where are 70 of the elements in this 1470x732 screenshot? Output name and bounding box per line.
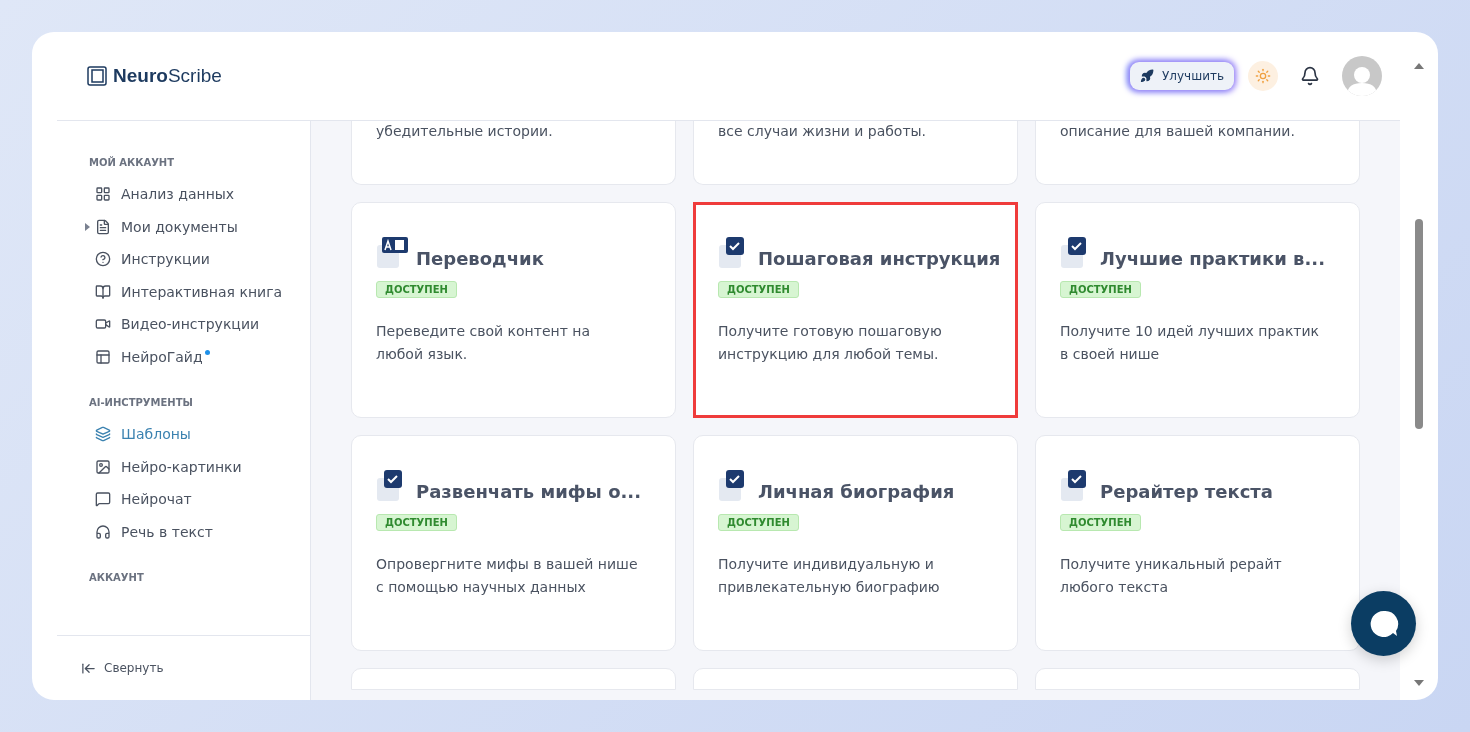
translate-icon bbox=[376, 237, 410, 269]
scroll-down-icon[interactable] bbox=[1414, 680, 1424, 686]
chat-icon bbox=[95, 491, 111, 508]
upgrade-button[interactable]: Улучшить bbox=[1130, 62, 1234, 90]
sidebar-item[interactable]: Видео-инструкции bbox=[89, 308, 310, 341]
highlighted-template-card[interactable]: Пошаговая инструкция ДОСТУПЕН Получите готовую пошаговую инструкцию для любой темы. bbox=[693, 202, 1018, 418]
grid-icon bbox=[95, 186, 111, 203]
section-title: МОЙ АККАУНТ bbox=[89, 157, 176, 168]
status-badge: ДОСТУПЕН bbox=[718, 281, 799, 298]
theme-toggle[interactable] bbox=[1248, 61, 1278, 91]
sidebar-item[interactable]: Шаблоны bbox=[89, 418, 310, 451]
card-description: Получите 10 идей лучших практик в своей нише bbox=[1060, 322, 1321, 364]
section-title: АККАУНТ bbox=[89, 572, 145, 583]
card-description: описание для вашей компании. bbox=[1060, 123, 1296, 139]
sidebar-item[interactable]: Мои документы bbox=[89, 210, 310, 243]
document-icon bbox=[95, 218, 111, 235]
brand-name: NeuroScribe bbox=[113, 65, 222, 87]
image-icon bbox=[95, 458, 111, 475]
template-card[interactable]: все случаи жизни и работы. bbox=[693, 121, 1018, 185]
template-card[interactable]: Переводчик ДОСТУПЕН Переведите свой контент на любой язык. bbox=[351, 202, 676, 418]
card-title: Личная биография bbox=[758, 481, 955, 502]
card-title: Пошаговая инструкция bbox=[758, 248, 1001, 269]
card-title: Развенчать мифы о... bbox=[416, 481, 642, 502]
scrollbar-thumb[interactable] bbox=[1415, 219, 1423, 429]
template-card[interactable]: Развенчать мифы о... ДОСТУПЕН Опровергните мифы в вашей нише с помощью научных данных bbox=[351, 435, 676, 651]
status-badge: ДОСТУПЕН bbox=[1060, 514, 1141, 531]
template-card[interactable] bbox=[693, 668, 1018, 690]
card-title: Рерайтер текста bbox=[1100, 481, 1273, 502]
template-card[interactable]: Рерайтер текста ДОСТУПЕН Получите уникальный рерайт любого текста bbox=[1035, 435, 1360, 651]
help-icon bbox=[95, 251, 111, 268]
status-badge: ДОСТУПЕН bbox=[1060, 281, 1141, 298]
card-description: Получите индивидуальную и привлекательную биографию bbox=[718, 555, 941, 597]
status-badge: ДОСТУПЕН bbox=[376, 514, 457, 531]
layers-icon bbox=[95, 426, 111, 443]
notification-dot bbox=[204, 349, 210, 355]
template-card[interactable] bbox=[1035, 668, 1360, 690]
layout-icon bbox=[95, 348, 111, 365]
scroll-up-icon[interactable] bbox=[1414, 63, 1424, 69]
collapse-button[interactable]: Свернуть bbox=[57, 635, 310, 700]
sidebar-item[interactable]: Интерактивная книга bbox=[89, 275, 310, 308]
card-description: Получите уникальный рерайт любого текста bbox=[1060, 555, 1283, 597]
template-card[interactable]: убедительные истории. bbox=[351, 121, 676, 185]
sidebar-item[interactable]: Речь в текст bbox=[89, 515, 310, 548]
avatar[interactable] bbox=[1342, 56, 1382, 96]
sidebar-item[interactable]: Нейрочат bbox=[89, 483, 310, 516]
sidebar-item[interactable]: Нейро-картинки bbox=[89, 450, 310, 483]
card-description: Переведите свой контент на любой язык. bbox=[376, 322, 591, 364]
sun-icon bbox=[1255, 68, 1271, 84]
status-badge: ДОСТУПЕН bbox=[718, 514, 799, 531]
card-title: Переводчик bbox=[416, 248, 544, 269]
status-badge: ДОСТУПЕН bbox=[376, 281, 457, 298]
card-description: все случаи жизни и работы. bbox=[718, 123, 928, 139]
book-icon bbox=[95, 283, 111, 300]
card-description: Опровергните мифы в вашей нише с помощью научных данных bbox=[376, 555, 638, 597]
rocket-icon bbox=[1140, 69, 1154, 83]
sidebar-item[interactable]: Инструкции bbox=[89, 243, 310, 276]
sidebar-item[interactable]: Анализ данных bbox=[89, 178, 310, 211]
logo-icon bbox=[87, 66, 107, 86]
template-card[interactable] bbox=[351, 668, 676, 690]
template-card[interactable]: Личная биография ДОСТУПЕН Получите индивидуальную и привлекательную биографию bbox=[693, 435, 1018, 651]
card-description: убедительные истории. bbox=[376, 123, 554, 139]
template-card[interactable]: описание для вашей компании. bbox=[1035, 121, 1360, 185]
section-title: AI-ИНСТРУМЕНТЫ bbox=[89, 397, 194, 408]
template-card[interactable]: Лучшие практики в... ДОСТУПЕН Получите 10 идей лучших практик в своей нише bbox=[1035, 202, 1360, 418]
headphones-icon bbox=[95, 523, 111, 540]
card-description: Получите готовую пошаговую инструкцию для любой темы. bbox=[718, 322, 943, 364]
caret-icon[interactable] bbox=[85, 222, 90, 231]
sidebar-item[interactable]: НейроГайд bbox=[89, 340, 310, 373]
notification-bell-icon[interactable] bbox=[1300, 66, 1320, 86]
card-title: Лучшие практики в... bbox=[1100, 248, 1325, 269]
